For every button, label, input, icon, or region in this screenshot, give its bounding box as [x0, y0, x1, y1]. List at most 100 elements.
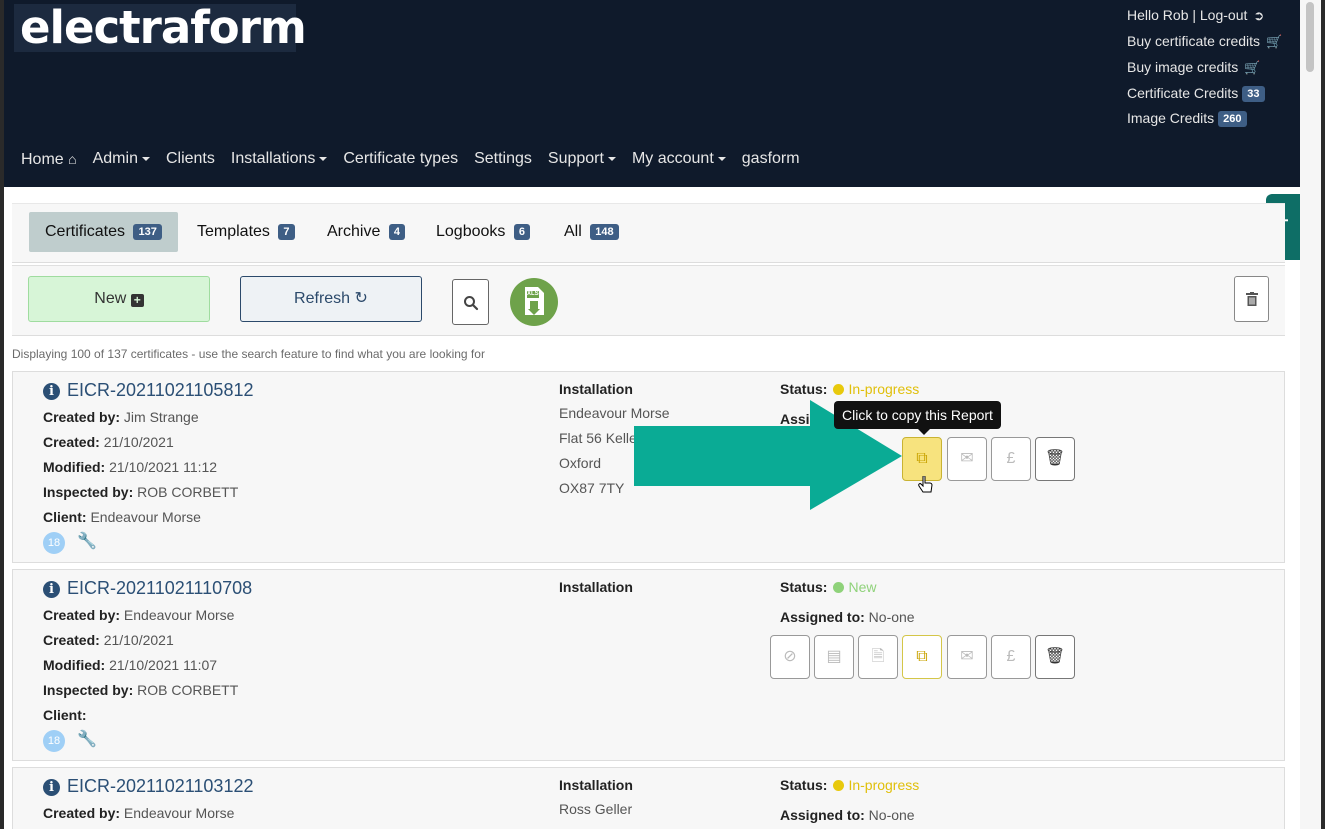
logo[interactable]: electraform: [14, 4, 307, 52]
tab-label: Templates: [197, 223, 270, 240]
cart-icon: 🛒: [1244, 60, 1261, 75]
field-label: Inspected by:: [43, 682, 134, 698]
status-dot-icon: [833, 384, 845, 395]
certificate-credits-label: Certificate Credits: [1127, 85, 1239, 101]
view-document-button[interactable]: 🗎: [858, 635, 898, 679]
inspected-by-row: Inspected by: ROB CORBETT: [43, 484, 238, 500]
archive-button[interactable]: ▤: [814, 635, 854, 679]
plus-square-icon: +: [130, 294, 144, 307]
chevron-down-icon: [319, 156, 328, 161]
scrollbar[interactable]: [1300, 0, 1321, 829]
field-value: ROB CORBETT: [137, 484, 239, 500]
buy-certificate-credits-link[interactable]: Buy certificate credits 🛒: [1127, 31, 1282, 52]
trash-icon: 🗑: [1044, 648, 1066, 665]
refresh-button-label: Refresh: [294, 290, 351, 307]
copy-report-button[interactable]: ⧉: [902, 635, 942, 679]
delete-button[interactable]: 🗑: [1035, 635, 1075, 679]
nav-gasform[interactable]: gasform: [742, 148, 800, 171]
trash-icon: 🗑: [1044, 450, 1066, 467]
field-label: Client:: [43, 707, 87, 723]
status-row: Status: In-progress: [780, 777, 919, 793]
certificate-id: EICR-20211021103122: [67, 776, 254, 796]
nav-settings[interactable]: Settings: [474, 148, 532, 171]
tab-count-badge: 6: [513, 223, 530, 240]
archive-icon: ▤: [826, 648, 842, 665]
nav-installations[interactable]: Installations: [231, 148, 328, 171]
nav-support[interactable]: Support: [548, 148, 616, 171]
browser-page: electraform Hello Rob | Log-out ➲ Buy cer…: [4, 0, 1300, 829]
installation-line: Ross Geller: [559, 801, 633, 817]
wrench-icon[interactable]: 🔧: [77, 729, 97, 749]
certificate-credits: Certificate Credits 33: [1127, 83, 1265, 103]
logout-link[interactable]: Hello Rob | Log-out ➲: [1127, 5, 1264, 26]
tab-logbooks[interactable]: Logbooks 6: [420, 212, 546, 252]
field-label: Status:: [780, 579, 828, 595]
search-button[interactable]: [452, 279, 489, 325]
modified-row: Modified: 21/10/2021 11:07: [43, 657, 217, 673]
chevron-down-icon: [141, 156, 150, 161]
email-button[interactable]: ✉: [947, 635, 987, 679]
email-button[interactable]: ✉: [947, 437, 987, 481]
status-dot-icon: [833, 582, 845, 593]
wrench-icon[interactable]: 🔧: [77, 531, 97, 551]
certificate-title-link[interactable]: i EICR-20211021105812: [43, 380, 253, 401]
field-value: Endeavour Morse: [123, 607, 235, 623]
field-label: Status:: [780, 777, 828, 793]
invoice-button[interactable]: £: [991, 635, 1031, 679]
nav-home[interactable]: Home ⌂: [21, 148, 77, 171]
assigned-row: Assigned to: No-one: [780, 609, 915, 625]
nav-certificate-types[interactable]: Certificate types: [343, 148, 458, 171]
field-label: Created:: [43, 434, 100, 450]
xls-file-icon: [525, 287, 544, 315]
tab-label: Certificates: [45, 223, 126, 240]
created-row: Created: 21/10/2021: [43, 632, 174, 648]
assigned-row: Assigned to: No-one: [780, 807, 915, 823]
hand-cursor-icon: [918, 476, 933, 493]
field-value: No-one: [868, 807, 915, 823]
info-icon[interactable]: i: [43, 581, 60, 598]
status-row: Status: In-progress: [780, 381, 919, 397]
scrollbar-thumb[interactable]: [1306, 2, 1314, 72]
new-button-label: New: [94, 290, 127, 307]
created-by-row: Created by: Endeavour Morse: [43, 607, 234, 623]
nav-clients[interactable]: Clients: [166, 148, 215, 171]
info-icon[interactable]: i: [43, 383, 60, 400]
created-by-row: Created by: Endeavour Morse: [43, 805, 234, 821]
xls-label: XLS: [527, 291, 539, 297]
nav-my-account[interactable]: My account: [632, 148, 726, 171]
certificate-tabs: Certificates 137 Templates 7 Archive 4 L…: [12, 203, 1285, 263]
certificate-title-link[interactable]: i EICR-20211021103122: [43, 776, 253, 797]
refresh-button[interactable]: Refresh ↻: [240, 276, 422, 322]
tab-archive[interactable]: Archive 4: [311, 212, 421, 252]
nav-admin[interactable]: Admin: [93, 148, 150, 171]
field-label: Assigned to:: [780, 807, 865, 823]
invoice-button[interactable]: £: [991, 437, 1031, 481]
nav-admin-label: Admin: [92, 150, 138, 167]
certificate-card: i EICR-20211021103122 Created by: Endeavo…: [12, 767, 1285, 829]
export-xls-button[interactable]: XLS: [510, 278, 558, 326]
nav-settings-label: Settings: [474, 150, 532, 167]
pound-icon: £: [1006, 648, 1016, 665]
trash-icon: [1246, 292, 1258, 306]
delete-button[interactable]: 🗑: [1035, 437, 1075, 481]
field-value: Jim Strange: [123, 409, 199, 425]
tab-templates[interactable]: Templates 7: [181, 212, 311, 252]
certificate-title-link[interactable]: i EICR-20211021110708: [43, 578, 252, 599]
installation-line: OX87 7TY: [559, 480, 625, 496]
buy-image-credits-link[interactable]: Buy image credits 🛒: [1127, 57, 1260, 78]
cart-icon: 🛒: [1266, 34, 1283, 49]
field-label: Modified:: [43, 459, 106, 475]
ban-icon: ⊘: [783, 648, 797, 665]
field-value: Endeavour Morse: [123, 805, 235, 821]
new-button[interactable]: New +: [28, 276, 210, 322]
cancel-button[interactable]: ⊘: [770, 635, 810, 679]
tab-count-badge: 137: [133, 223, 162, 240]
home-icon: ⌂: [68, 151, 77, 167]
tab-certificates[interactable]: Certificates 137: [29, 212, 178, 252]
results-info: Displaying 100 of 137 certificates - use…: [12, 347, 485, 361]
bulk-delete-button[interactable]: [1234, 276, 1269, 322]
logout-icon: ➲: [1253, 8, 1265, 23]
tab-all[interactable]: All 148: [548, 212, 635, 252]
installation-line: Flat 56 Kelle: [559, 430, 637, 446]
info-icon[interactable]: i: [43, 779, 60, 796]
